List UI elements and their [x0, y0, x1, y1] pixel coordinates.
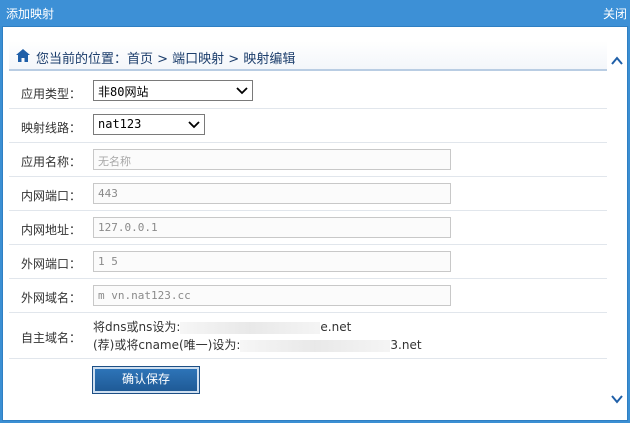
route-row: 映射线路： nat123: [9, 109, 607, 143]
breadcrumb-text: 您当前的位置：首页 > 端口映射 > 映射编辑: [36, 52, 296, 67]
redacted-value: [180, 321, 321, 334]
wan-port-label: 外网端口：: [21, 257, 82, 271]
wan-domain-label: 外网域名：: [21, 291, 82, 305]
dialog-content: 您当前的位置：首页 > 端口映射 > 映射编辑 应用类型： 非80网站 映射线路…: [2, 26, 628, 421]
app-type-value: 非80网站: [98, 85, 149, 99]
home-icon: [16, 49, 30, 62]
close-button[interactable]: 关闭: [603, 5, 627, 22]
cname-instruction-suffix: 3.net: [390, 338, 422, 352]
cname-instruction-prefix: (荐)或将cname(唯一)设为:: [93, 338, 241, 352]
wan-domain-input[interactable]: m vn.nat123.cc: [93, 285, 451, 306]
route-label: 映射线路：: [21, 121, 82, 135]
chevron-up-icon[interactable]: [610, 54, 624, 68]
chevron-down-icon[interactable]: [610, 392, 624, 406]
lan-port-label: 内网端口：: [21, 189, 82, 203]
mapping-form: 应用类型： 非80网站 映射线路： nat123 应用名称： 无名称 内网端口：: [9, 75, 607, 401]
dns-instruction-line: 将dns或ns设为: e.net: [93, 318, 422, 336]
lan-port-row: 内网端口： 443: [9, 177, 607, 211]
route-value: nat123: [98, 117, 142, 131]
custom-domain-row: 自主域名： 将dns或ns设为: e.net (荐)或将cname(唯一)设为: 3…: [9, 313, 607, 359]
chevron-down-icon: [188, 121, 200, 129]
dns-instruction-suffix: e.net: [320, 320, 352, 334]
lan-addr-label: 内网地址：: [21, 223, 82, 237]
cname-instruction-line: (荐)或将cname(唯一)设为: 3.net: [93, 336, 422, 354]
wan-port-input[interactable]: 1 5: [93, 251, 451, 272]
submit-row: 确认保存: [9, 359, 607, 401]
save-button[interactable]: 确认保存: [92, 366, 200, 394]
redacted-value: [240, 339, 391, 352]
scrollbar[interactable]: [607, 27, 627, 420]
custom-domain-instructions: 将dns或ns设为: e.net (荐)或将cname(唯一)设为: 3.net: [93, 318, 422, 354]
app-name-input[interactable]: 无名称: [93, 149, 451, 170]
window-title: 添加映射: [6, 7, 55, 21]
route-select[interactable]: nat123: [93, 114, 205, 135]
chevron-down-icon: [236, 87, 248, 95]
app-type-label: 应用类型：: [21, 87, 82, 101]
app-type-row: 应用类型： 非80网站: [9, 75, 607, 109]
wan-domain-row: 外网域名： m vn.nat123.cc: [9, 279, 607, 313]
wan-port-row: 外网端口： 1 5: [9, 245, 607, 279]
title-bar: 添加映射 关闭: [0, 0, 630, 26]
app-name-label: 应用名称：: [21, 155, 82, 169]
app-type-select[interactable]: 非80网站: [93, 80, 253, 101]
lan-addr-input[interactable]: 127.0.0.1: [93, 217, 451, 238]
lan-addr-row: 内网地址： 127.0.0.1: [9, 211, 607, 245]
app-name-row: 应用名称： 无名称: [9, 143, 607, 177]
breadcrumb: 您当前的位置：首页 > 端口映射 > 映射编辑: [9, 41, 607, 71]
dns-instruction-prefix: 将dns或ns设为:: [93, 320, 181, 334]
custom-domain-label: 自主域名：: [21, 331, 82, 345]
lan-port-input[interactable]: 443: [93, 183, 451, 204]
